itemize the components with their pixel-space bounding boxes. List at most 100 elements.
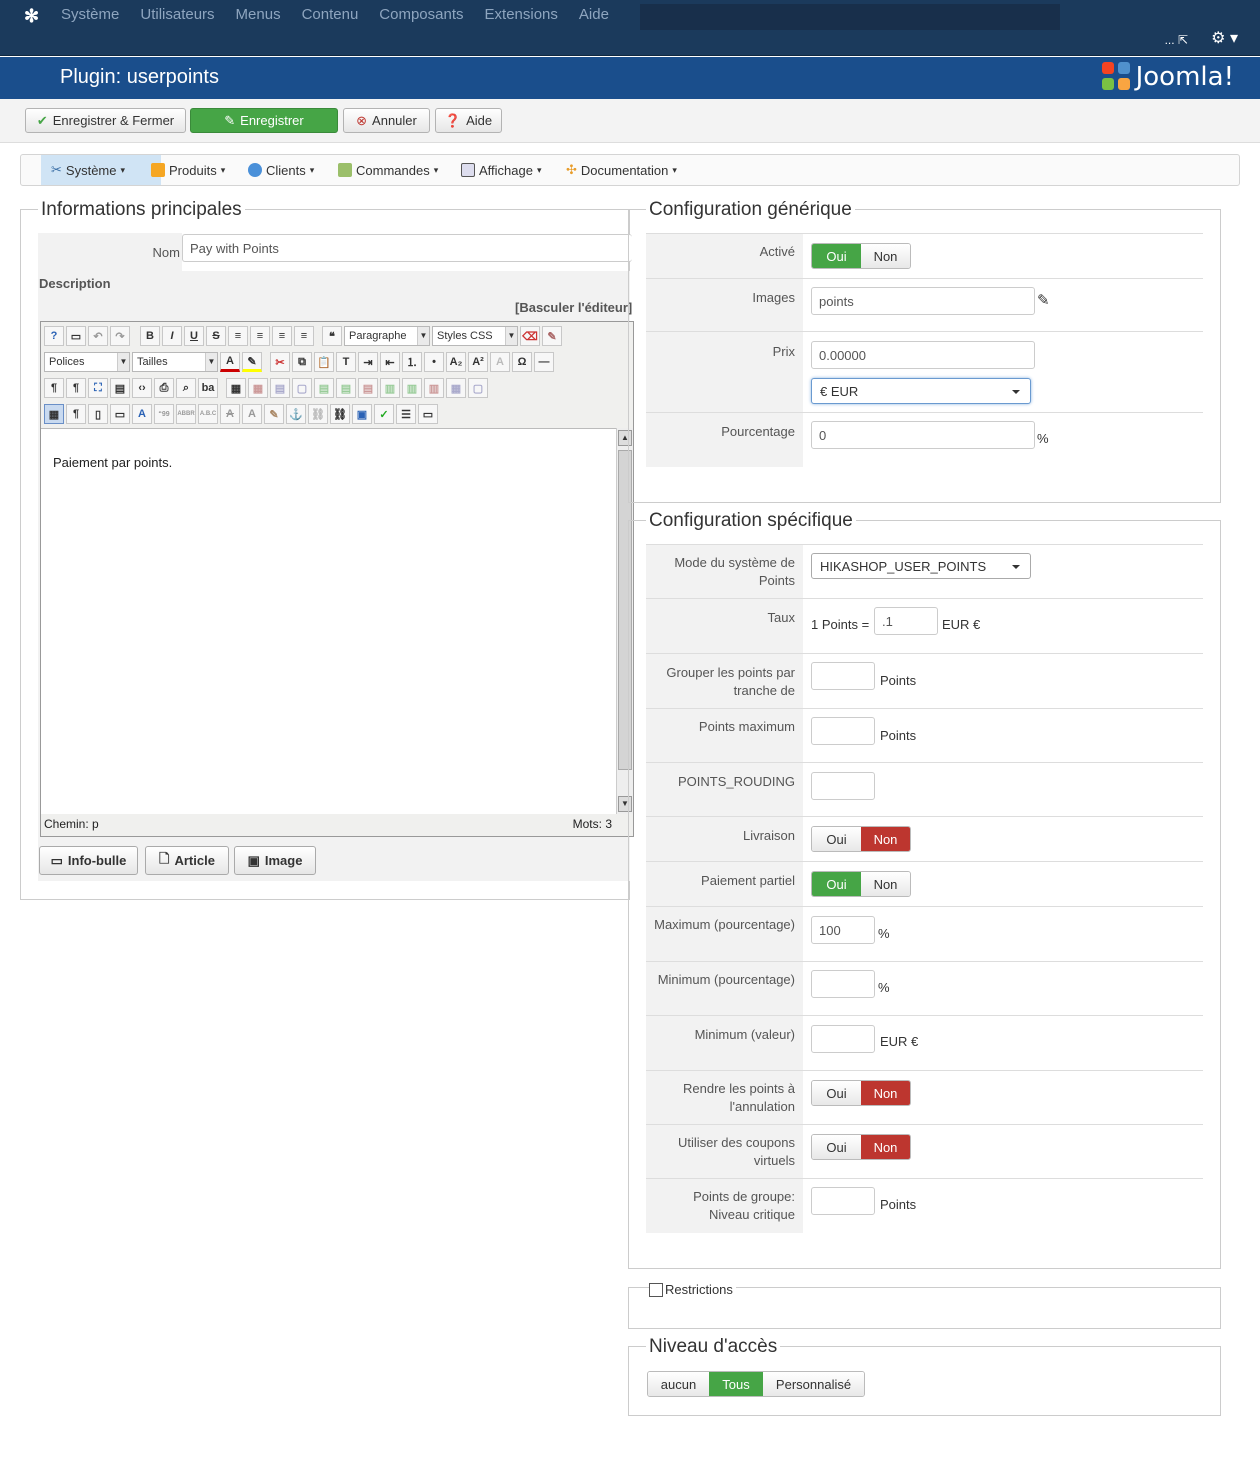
menu-systeme[interactable]: ✂ Système ▾	[41, 155, 161, 185]
search-icon[interactable]: ⌕	[176, 378, 196, 398]
superscript-icon[interactable]: A²	[468, 352, 488, 372]
omega-icon[interactable]: Ω	[512, 352, 532, 372]
new-document-icon[interactable]: ▭	[66, 326, 86, 346]
top-menu-systeme[interactable]: Système	[61, 6, 119, 23]
joomla-logo-icon[interactable]: ✻	[24, 6, 39, 27]
anchor-icon[interactable]: ⚓	[286, 404, 306, 424]
active-no[interactable]: Non	[861, 244, 910, 268]
group-input[interactable]	[811, 662, 875, 690]
unordered-list-icon[interactable]: •	[424, 352, 444, 372]
align-left-icon[interactable]: ≡	[272, 326, 292, 346]
cell-props-icon[interactable]: ▢	[292, 378, 312, 398]
article-button[interactable]: 🗋 Article	[145, 846, 229, 875]
iframe-icon[interactable]: ▭	[418, 404, 438, 424]
save-close-button[interactable]: ✔ Enregistrer & Fermer	[25, 108, 186, 133]
print-icon[interactable]: ⎙	[154, 378, 174, 398]
preview-icon[interactable]: ▤	[110, 378, 130, 398]
horizontal-rule-icon[interactable]: —	[534, 352, 554, 372]
top-menu-menus[interactable]: Menus	[236, 6, 281, 23]
top-menu-aide[interactable]: Aide	[579, 6, 609, 23]
price-input[interactable]: 0.00000	[811, 341, 1035, 369]
unlink-icon[interactable]: ⛓	[308, 404, 328, 424]
ltr-icon[interactable]: ¶	[44, 378, 64, 398]
underline-icon[interactable]: U	[184, 326, 204, 346]
access-all[interactable]: Tous	[709, 1372, 763, 1396]
shipping-yes[interactable]: Oui	[812, 827, 861, 851]
code-icon[interactable]: ‹›	[132, 378, 152, 398]
currency-select[interactable]: € EUR	[811, 378, 1031, 404]
pencil-icon[interactable]: ✎	[1037, 291, 1050, 309]
paste-text-icon[interactable]: T	[336, 352, 356, 372]
eraser-icon[interactable]: ⌫	[520, 326, 540, 346]
virtual-coupons-yes[interactable]: Oui	[812, 1135, 861, 1159]
special-char-icon[interactable]: A	[490, 352, 510, 372]
percentage-input[interactable]: 0	[811, 421, 1035, 449]
top-menu-composants[interactable]: Composants	[379, 6, 463, 23]
cite-icon[interactable]: “99	[154, 404, 174, 424]
group-points-input[interactable]	[811, 1187, 875, 1215]
partial-no[interactable]: Non	[861, 872, 910, 896]
cut-icon[interactable]: ✂	[270, 352, 290, 372]
indent-icon[interactable]: ⇥	[358, 352, 378, 372]
name-input[interactable]: Pay with Points	[182, 234, 632, 262]
insert-col-before-icon[interactable]: ▥	[380, 378, 400, 398]
shipping-toggle[interactable]: Oui Non	[811, 826, 911, 852]
active-toggle[interactable]: Oui Non	[811, 243, 911, 269]
undo-icon[interactable]: ↶	[88, 326, 108, 346]
sizes-select[interactable]: Tailles ▼	[132, 352, 218, 372]
show-blocks-icon[interactable]: ¶	[66, 404, 86, 424]
menu-commandes[interactable]: Commandes ▾	[338, 155, 438, 185]
min-value-input[interactable]	[811, 1025, 875, 1053]
editor-content-area[interactable]: Paiement par points.	[41, 428, 617, 814]
virtual-coupons-toggle[interactable]: Oui Non	[811, 1134, 911, 1160]
gear-icon[interactable]: ⚙ ▾	[1211, 28, 1238, 48]
insert-row-after-icon[interactable]: ▤	[336, 378, 356, 398]
top-menu-extensions[interactable]: Extensions	[485, 6, 558, 23]
paste-icon[interactable]: 📋	[314, 352, 334, 372]
image-icon[interactable]: ▣	[352, 404, 372, 424]
cancel-button[interactable]: ⊗ Annuler	[343, 108, 430, 133]
delete-table-icon[interactable]: ▦	[248, 378, 268, 398]
page-break-icon[interactable]: ☰	[396, 404, 416, 424]
acronym2-icon[interactable]: A.B.C	[198, 404, 218, 424]
partial-toggle[interactable]: Oui Non	[811, 871, 911, 897]
del-icon[interactable]: A	[220, 404, 240, 424]
merge-cells-icon[interactable]: ▢	[468, 378, 488, 398]
access-custom[interactable]: Personnalisé	[763, 1372, 864, 1396]
align-center-icon[interactable]: ≡	[250, 326, 270, 346]
save-button[interactable]: ✎ Enregistrer	[190, 108, 338, 133]
bold-icon[interactable]: B	[140, 326, 160, 346]
style-icon[interactable]: A	[132, 404, 152, 424]
image-button[interactable]: ▣ Image	[234, 846, 316, 875]
menu-documentation[interactable]: ✣ Documentation ▾	[566, 155, 677, 185]
access-level-group[interactable]: aucun Tous Personnalisé	[647, 1371, 865, 1397]
replace-icon[interactable]: ba	[198, 378, 218, 398]
top-menu-utilisateurs[interactable]: Utilisateurs	[140, 6, 214, 23]
table-icon[interactable]: ▦	[226, 378, 246, 398]
visual-aid-icon[interactable]: ▦	[44, 404, 64, 424]
align-justify-icon[interactable]: ≡	[228, 326, 248, 346]
refund-toggle[interactable]: Oui Non	[811, 1080, 911, 1106]
access-none[interactable]: aucun	[648, 1372, 709, 1396]
blockquote-icon[interactable]: ❝	[322, 326, 342, 346]
restrictions-checkbox[interactable]	[649, 1282, 663, 1297]
help-icon[interactable]: ?	[44, 326, 64, 346]
partial-yes[interactable]: Oui	[812, 872, 861, 896]
insert-col-after-icon[interactable]: ▥	[402, 378, 422, 398]
delete-row-icon[interactable]: ▤	[358, 378, 378, 398]
template-icon[interactable]: ▯	[88, 404, 108, 424]
fonts-select[interactable]: Polices ▼	[44, 352, 130, 372]
styles-select[interactable]: Styles CSS ▼	[432, 326, 518, 346]
copy-icon[interactable]: ⧉	[292, 352, 312, 372]
mode-select[interactable]: HIKASHOP_USER_POINTS	[811, 553, 1031, 579]
delete-col-icon[interactable]: ▥	[424, 378, 444, 398]
strikethrough-icon[interactable]: S	[206, 326, 226, 346]
site-link[interactable]: ... ⇱	[1165, 33, 1188, 47]
shipping-no[interactable]: Non	[861, 827, 910, 851]
refund-no[interactable]: Non	[861, 1081, 910, 1105]
refund-yes[interactable]: Oui	[812, 1081, 861, 1105]
ordered-list-icon[interactable]: ⒈	[402, 352, 422, 372]
help-button[interactable]: ❓ Aide	[435, 108, 502, 133]
max-points-input[interactable]	[811, 717, 875, 745]
rate-input[interactable]: .1	[874, 607, 938, 635]
